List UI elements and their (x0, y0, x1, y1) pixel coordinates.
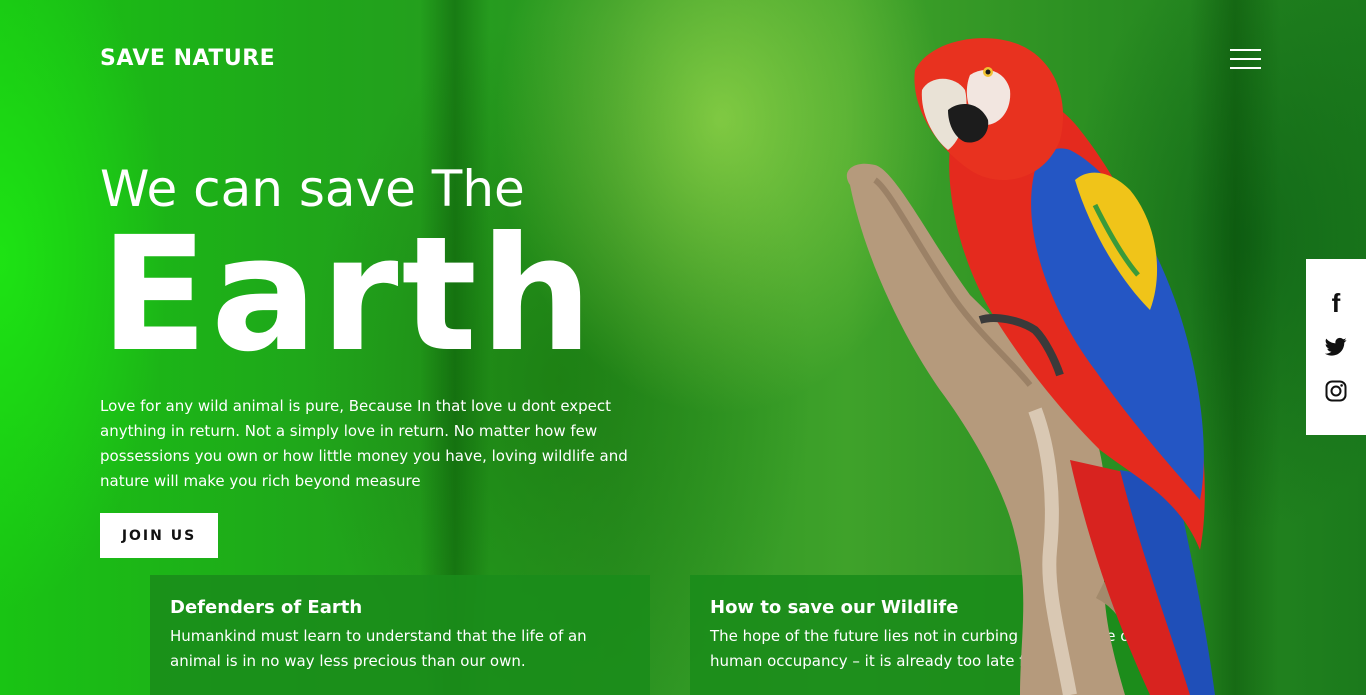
join-us-button[interactable]: JOIN US (100, 513, 218, 558)
info-card-defenders: Defenders of Earth Humankind must learn … (150, 575, 650, 695)
brand-logo[interactable]: SAVE NATURE (100, 46, 275, 71)
social-sidebar: f (1306, 259, 1366, 435)
instagram-camera-icon (1325, 380, 1347, 402)
card-text: Humankind must learn to understand that … (170, 627, 587, 670)
facebook-icon[interactable]: f (1324, 288, 1348, 318)
parrot-on-branch-image (846, 38, 1215, 695)
twitter-bird-icon (1325, 337, 1347, 356)
twitter-icon[interactable] (1324, 332, 1348, 362)
hero-description: Love for any wild animal is pure, Becaus… (100, 397, 628, 490)
instagram-icon[interactable] (1324, 376, 1348, 406)
card-title: Defenders of Earth (170, 597, 363, 618)
hero-title: Earth (100, 203, 596, 387)
